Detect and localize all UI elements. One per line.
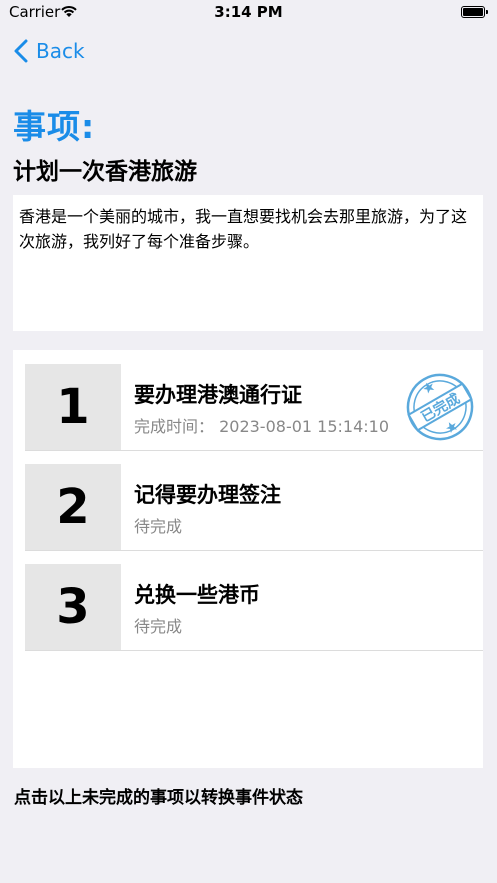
battery-tip <box>486 10 488 14</box>
footer-hint: 点击以上未完成的事项以转换事件状态 <box>14 788 303 808</box>
task-number: 1 <box>25 364 121 450</box>
task-item[interactable]: 2 记得要办理签注 待完成 <box>25 464 483 551</box>
status-time: 3:14 PM <box>214 3 283 21</box>
task-status: 完成时间： 2023-08-01 15:14:10 <box>134 417 390 436</box>
task-status: 待完成 <box>134 617 183 636</box>
description-field[interactable]: 香港是一个美丽的城市，我一直想要找机会去那里旅游，为了这次旅游，我列好了每个准备… <box>13 195 483 331</box>
task-number: 3 <box>25 564 121 650</box>
status-bar: Carrier 3:14 PM <box>0 0 497 26</box>
task-item[interactable]: 3 兑换一些港币 待完成 <box>25 564 483 651</box>
task-title: 记得要办理签注 <box>134 483 281 507</box>
task-number: 2 <box>25 464 121 550</box>
page-heading: 事项: <box>13 107 96 146</box>
task-title: 兑换一些港币 <box>134 583 260 607</box>
back-label: Back <box>36 39 85 63</box>
battery-icon <box>461 6 485 18</box>
task-status: 待完成 <box>134 517 183 536</box>
page-title: 计划一次香港旅游 <box>13 159 197 185</box>
back-button[interactable]: Back <box>14 38 85 64</box>
chevron-left-icon <box>14 39 28 63</box>
task-title: 要办理港澳通行证 <box>134 383 302 407</box>
completed-stamp-icon: 已完成 <box>405 372 475 442</box>
